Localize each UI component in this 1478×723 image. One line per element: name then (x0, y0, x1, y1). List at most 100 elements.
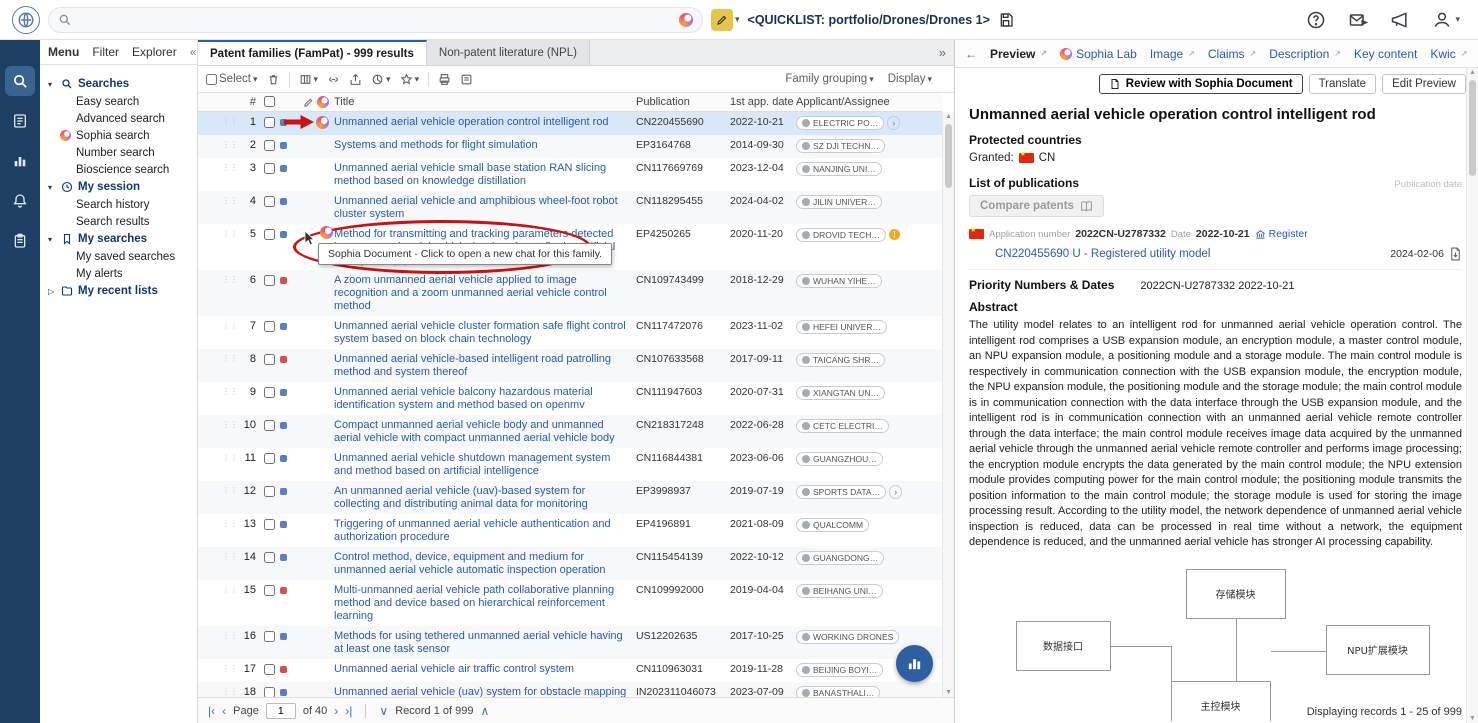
header-title[interactable]: Title (334, 96, 636, 108)
header-applicant[interactable]: Applicant/Assignee (796, 96, 942, 108)
applicant-pill[interactable]: GUANGZHOU… (796, 452, 883, 466)
help-icon[interactable] (1306, 10, 1326, 30)
table-row[interactable]: ⋮⋮ 12 An unmanned aerial vehicle (uav)-b… (198, 481, 942, 514)
table-row[interactable]: ⋮⋮ 11 Unmanned aerial vehicle shutdown m… (198, 448, 942, 481)
row-checkbox[interactable] (263, 275, 275, 286)
row-checkbox[interactable] (263, 453, 275, 464)
global-search-input[interactable] (79, 12, 672, 27)
patent-title-link[interactable]: Methods for using tethered unmanned aeri… (334, 630, 636, 656)
patent-title-link[interactable]: Triggering of unmanned aerial vehicle au… (334, 518, 636, 544)
patent-title-link[interactable]: Multi-unmanned aerial vehicle path colla… (334, 584, 636, 623)
patent-title-link[interactable]: Unmanned aerial vehicle air traffic cont… (334, 663, 636, 676)
table-row[interactable]: ⋮⋮ 4 Unmanned aerial vehicle and amphibi… (198, 191, 942, 224)
applicant-pill[interactable]: CETC ELECTRI… (796, 419, 889, 433)
row-checkbox[interactable] (263, 664, 275, 675)
drag-handle-icon[interactable]: ⋮⋮ (222, 195, 238, 207)
applicant-pill[interactable]: SPORTS DATA… (796, 485, 887, 499)
drag-handle-icon[interactable]: ⋮⋮ (222, 551, 238, 563)
preview-tab-image[interactable]: Image ↗ (1150, 47, 1195, 61)
sidebar-item-bioscience-search[interactable]: Bioscience search (44, 161, 193, 178)
table-row[interactable]: ⋮⋮ 9 Unmanned aerial vehicle balcony haz… (198, 382, 942, 415)
sophia-icon[interactable] (679, 12, 693, 27)
star-button[interactable]: ▾ (400, 72, 419, 86)
table-row[interactable]: ⋮⋮ 17 Unmanned aerial vehicle air traffi… (198, 659, 942, 682)
edit-preview-button[interactable]: Edit Preview (1382, 74, 1466, 94)
header-publication[interactable]: Publication (636, 96, 730, 108)
drag-handle-icon[interactable]: ⋮⋮ (222, 274, 238, 286)
sidebar-item-search-results[interactable]: Search results (44, 213, 193, 230)
patent-title-link[interactable]: Compact unmanned aerial vehicle body and… (334, 419, 636, 445)
announcements-icon[interactable] (1390, 10, 1410, 30)
pdf-icon[interactable] (1449, 247, 1462, 261)
compare-patents-button[interactable]: Compare patents (969, 195, 1104, 217)
record-prev-icon[interactable]: ∨ (379, 704, 388, 718)
patent-title-link[interactable]: Unmanned aerial vehicle-based intelligen… (334, 353, 636, 379)
patent-title-link[interactable]: Control method, device, equipment and me… (334, 551, 636, 577)
table-row[interactable]: ⋮⋮ 15 Multi-unmanned aerial vehicle path… (198, 580, 942, 626)
drag-handle-icon[interactable]: ⋮⋮ (222, 686, 238, 697)
drag-handle-icon[interactable]: ⋮⋮ (222, 386, 238, 398)
sidebar-item-search-history[interactable]: Search history (44, 196, 193, 213)
row-checkbox[interactable] (263, 552, 275, 563)
drag-handle-icon[interactable]: ⋮⋮ (222, 320, 238, 332)
patent-title-link[interactable]: A zoom unmanned aerial vehicle applied t… (334, 274, 636, 313)
tree-expander-icon[interactable]: ▷ (48, 287, 56, 296)
save-quicklist-button[interactable] (998, 12, 1014, 28)
applicant-pill[interactable]: BEIHANG UNI… (796, 584, 883, 598)
export-button[interactable] (349, 73, 362, 86)
applicant-pill[interactable]: XIANGTAN UN… (796, 386, 885, 400)
edit-quicklist-button[interactable]: ▾ (711, 8, 740, 31)
header-first-app-date[interactable]: 1st app. date (730, 96, 796, 108)
table-row[interactable]: ⋮⋮ 18 Unmanned aerial vehicle (uav) syst… (198, 682, 942, 697)
sidebar-item-my-saved-searches[interactable]: My saved searches (44, 248, 193, 265)
preview-tab-description[interactable]: Description ↗ (1269, 47, 1341, 61)
row-checkbox[interactable] (263, 519, 275, 530)
preview-tab-kwic[interactable]: Kwic ↗ (1430, 47, 1467, 61)
drag-handle-icon[interactable]: ⋮⋮ (222, 584, 238, 596)
more-applicants-badge[interactable]: › (889, 485, 903, 499)
patent-title-link[interactable]: Unmanned aerial vehicle balcony hazardou… (334, 386, 636, 412)
row-checkbox[interactable] (263, 163, 275, 174)
translate-button[interactable]: Translate (1308, 74, 1377, 94)
scroll-down-icon[interactable]: ▼ (1467, 715, 1478, 722)
tree-expander-icon[interactable]: ▾ (48, 80, 56, 89)
scrollbar-thumb[interactable] (945, 124, 952, 188)
preview-tab-key-content[interactable]: Key content (1354, 47, 1417, 61)
drag-handle-icon[interactable]: ⋮⋮ (222, 518, 238, 530)
sophia-document-icon[interactable] (320, 226, 333, 239)
applicant-pill[interactable]: TAICANG SHR… (796, 353, 885, 367)
tree-expander-icon[interactable]: ▾ (48, 235, 56, 244)
remove-from-list-button[interactable] (267, 73, 280, 86)
page-input[interactable] (265, 702, 296, 719)
patent-title-link[interactable]: Unmanned aerial vehicle small base stati… (334, 162, 636, 188)
row-checkbox[interactable] (263, 117, 275, 128)
register-link[interactable]: Register (1255, 228, 1308, 240)
row-checkbox[interactable] (263, 631, 275, 642)
applicant-pill[interactable]: JILIN UNIVER… (796, 195, 882, 209)
sidebar-item-number-search[interactable]: Number search (44, 144, 193, 161)
scroll-down-icon[interactable]: ▼ (943, 689, 954, 696)
row-checkbox[interactable] (263, 687, 275, 697)
rail-reports-icon[interactable] (5, 106, 35, 136)
link-button[interactable] (327, 73, 340, 86)
applicant-pill[interactable]: GUANGDONG… (796, 551, 885, 565)
sidebar-section-my-searches[interactable]: ▾ My searches (44, 230, 193, 248)
sidebar-item-my-alerts[interactable]: My alerts (44, 265, 193, 282)
prev-page-button[interactable]: ‹ (222, 704, 226, 718)
preview-tab-sophia-lab[interactable]: Sophia Lab (1060, 47, 1137, 61)
scrollbar-thumb[interactable] (1469, 80, 1476, 176)
row-checkbox[interactable] (263, 196, 275, 207)
applicant-pill[interactable]: SZ DJI TECHN… (796, 139, 885, 153)
patent-title-link[interactable]: Unmanned aerial vehicle (uav) system for… (334, 686, 636, 697)
account-menu[interactable]: ▾ (1432, 10, 1460, 30)
applicant-pill[interactable]: QUALCOMM (796, 518, 870, 532)
row-checkbox[interactable] (263, 354, 275, 365)
record-next-icon[interactable]: ∧ (481, 704, 490, 718)
rail-search-icon[interactable] (5, 66, 35, 96)
tree-expander-icon[interactable]: ▾ (48, 183, 56, 192)
print-button[interactable] (438, 73, 451, 86)
share-mail-icon[interactable] (1348, 10, 1369, 30)
select-dropdown[interactable]: Select ▾ (206, 73, 258, 85)
applicant-pill[interactable]: HEFEI UNIVER… (796, 320, 888, 334)
patent-title-link[interactable]: Unmanned aerial vehicle operation contro… (334, 116, 636, 129)
